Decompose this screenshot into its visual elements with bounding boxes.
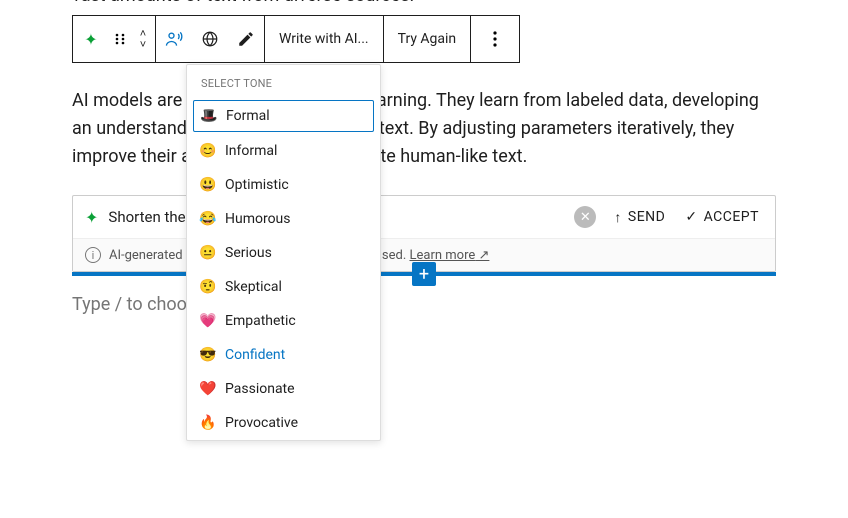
tone-list: 🎩 Formal 😊 Informal 😃 Optimistic 😂 Humorous 😐 Ser… (187, 100, 380, 440)
serious-emoji-icon: 😐 (199, 245, 217, 261)
accept-label: ACCEPT (704, 209, 759, 225)
pencil-icon (237, 30, 255, 48)
tone-label: Formal (226, 108, 270, 124)
block-movers[interactable]: ˄ ˅ (131, 16, 155, 62)
close-icon: ✕ (580, 210, 591, 225)
block-toolbar: ✦ ˄ ˅ Write with AI... Try Ag (72, 15, 520, 63)
ai-input-panel: ✦ Shorten the above texts. ✕ ↑ SEND ✓ AC… (72, 195, 776, 272)
ai-sparkle-button[interactable]: ✦ (73, 16, 109, 62)
tone-option-formal[interactable]: 🎩 Formal (193, 100, 374, 132)
humorous-emoji-icon: 😂 (199, 211, 217, 227)
tone-label: Informal (225, 143, 277, 159)
optimistic-emoji-icon: 😃 (199, 177, 217, 193)
info-icon: i (85, 247, 101, 263)
tone-label: Provocative (225, 415, 298, 431)
tone-dropdown: SELECT TONE 🎩 Formal 😊 Informal 😃 Optimistic 😂… (186, 64, 381, 441)
person-voice-icon (164, 29, 184, 49)
try-again-button[interactable]: Try Again (384, 16, 471, 62)
empty-block-placeholder[interactable]: Type / to choose a block (72, 294, 776, 315)
send-button[interactable]: ↑ SEND (614, 209, 665, 226)
tone-option-empathetic[interactable]: 💗 Empathetic (187, 304, 380, 338)
informal-emoji-icon: 😊 (199, 143, 217, 159)
write-with-ai-button[interactable]: Write with AI... (265, 16, 383, 62)
block-inserter-line: + (72, 272, 776, 276)
tone-label: Passionate (225, 381, 295, 397)
skeptical-emoji-icon: 🤨 (199, 279, 217, 295)
more-options-button[interactable] (471, 16, 519, 62)
tone-label: Humorous (225, 211, 291, 227)
drag-icon (114, 32, 126, 46)
sparkle-icon: ✦ (85, 208, 98, 227)
tone-option-provocative[interactable]: 🔥 Provocative (187, 406, 380, 440)
send-label: SEND (628, 209, 665, 225)
language-button[interactable] (192, 16, 228, 62)
tone-label: Optimistic (225, 177, 289, 193)
tone-option-humorous[interactable]: 😂 Humorous (187, 202, 380, 236)
tone-option-skeptical[interactable]: 🤨 Skeptical (187, 270, 380, 304)
edit-button[interactable] (228, 16, 264, 62)
tone-label: Skeptical (225, 279, 282, 295)
add-block-button[interactable]: + (412, 262, 436, 286)
sparkle-icon: ✦ (84, 30, 97, 49)
provocative-emoji-icon: 🔥 (199, 415, 217, 431)
more-vertical-icon (493, 31, 497, 47)
plus-icon: + (419, 264, 429, 285)
paragraph-block[interactable]: AI models are trained on supervised lear… (72, 87, 776, 171)
voice-button[interactable] (156, 16, 192, 62)
confident-emoji-icon: 😎 (199, 347, 217, 363)
accept-button[interactable]: ✓ ACCEPT (685, 209, 759, 225)
learn-more-link[interactable]: Learn more ↗ (409, 248, 489, 263)
check-icon: ✓ (685, 209, 697, 225)
tone-option-confident[interactable]: 😎 Confident (187, 338, 380, 372)
empathetic-emoji-icon: 💗 (199, 313, 217, 329)
globe-icon (201, 30, 219, 48)
tone-option-optimistic[interactable]: 😃 Optimistic (187, 168, 380, 202)
tone-option-serious[interactable]: 😐 Serious (187, 236, 380, 270)
tone-label: Confident (225, 347, 285, 363)
paragraph-fragment: vast amounts of text from diverse source… (72, 0, 776, 9)
chevron-down-icon: ˅ (140, 39, 146, 50)
arrow-up-icon: ↑ (614, 209, 622, 226)
dropdown-header: SELECT TONE (187, 65, 380, 98)
tone-option-informal[interactable]: 😊 Informal (187, 134, 380, 168)
clear-button[interactable]: ✕ (574, 206, 596, 228)
drag-handle[interactable] (109, 16, 131, 62)
tone-label: Serious (225, 245, 272, 261)
passionate-emoji-icon: ❤️ (199, 381, 217, 397)
formal-emoji-icon: 🎩 (200, 108, 218, 124)
tone-option-passionate[interactable]: ❤️ Passionate (187, 372, 380, 406)
tone-label: Empathetic (225, 313, 296, 329)
